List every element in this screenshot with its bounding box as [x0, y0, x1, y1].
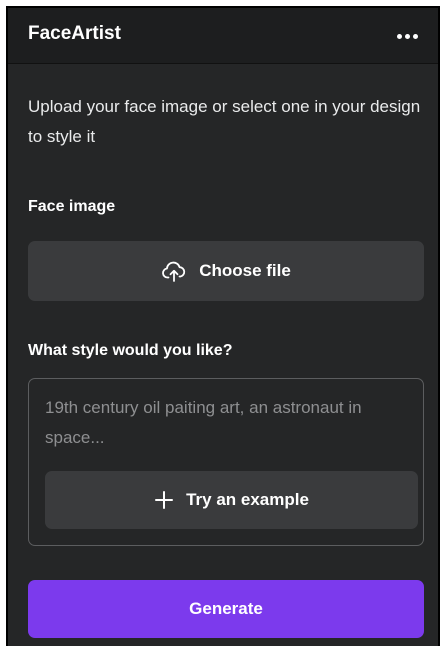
try-example-label: Try an example [186, 490, 309, 509]
cloud-upload-icon [162, 261, 186, 282]
style-label: What style would you like? [28, 342, 233, 359]
style-prompt-placeholder[interactable]: 19th century oil paiting art, an astrona… [45, 393, 405, 453]
panel-header: FaceArtist [8, 8, 438, 64]
generate-button[interactable]: Generate [28, 580, 424, 638]
try-example-button[interactable]: Try an example [45, 471, 418, 529]
choose-file-label: Choose file [199, 261, 291, 280]
app-title: FaceArtist [28, 23, 121, 44]
generate-label: Generate [189, 599, 263, 618]
style-prompt-field[interactable]: 19th century oil paiting art, an astrona… [28, 378, 424, 546]
more-horizontal-icon [396, 33, 402, 39]
face-image-label: Face image [28, 198, 116, 215]
face-artist-panel: FaceArtist Upload your face image or sel… [6, 6, 440, 646]
choose-file-button[interactable]: Choose file [28, 241, 424, 301]
description-text: Upload your face image or select one in … [28, 97, 421, 146]
plus-icon [155, 491, 174, 509]
more-options-button[interactable] [390, 22, 424, 50]
